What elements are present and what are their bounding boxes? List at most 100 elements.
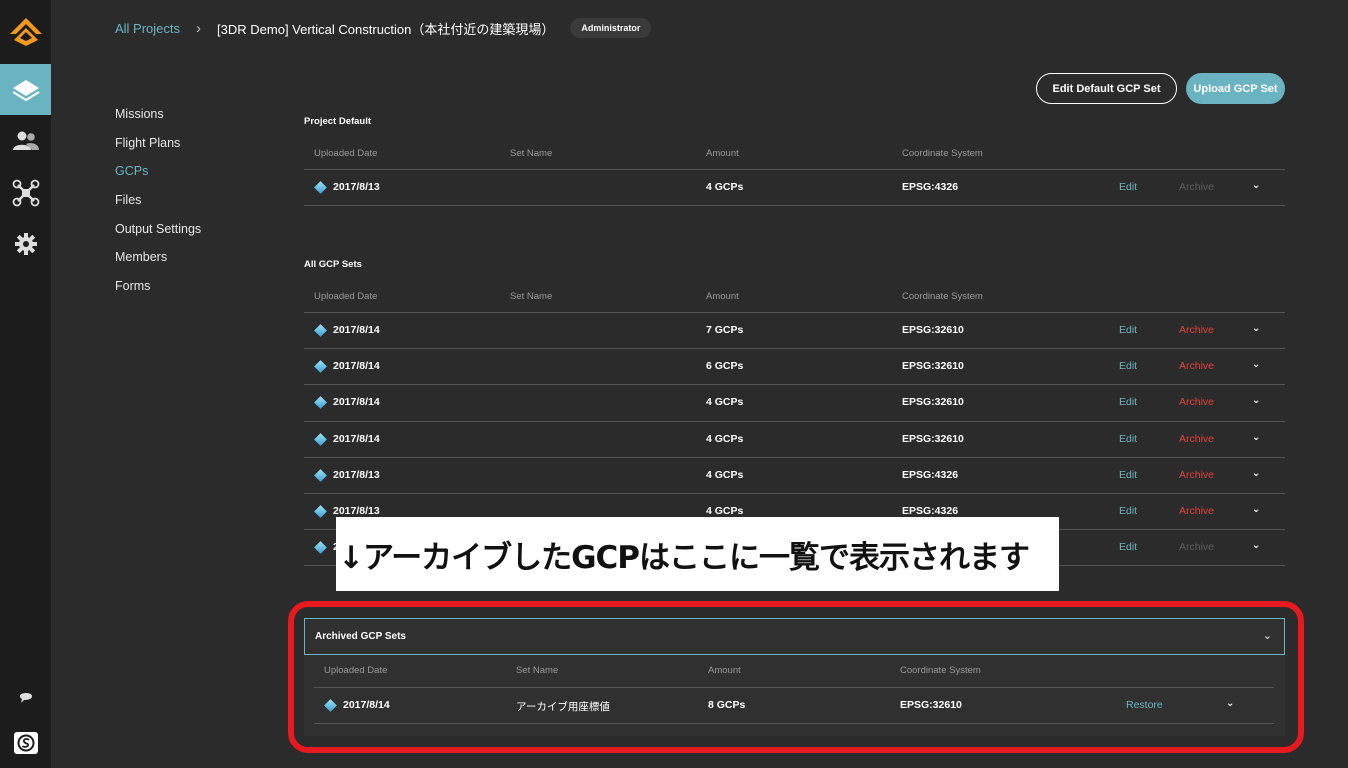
amount: 6 GCPs	[706, 360, 744, 373]
archived-gcp-sets-title: Archived GCP Sets	[315, 631, 406, 642]
edit-button[interactable]: Edit	[1119, 505, 1137, 517]
coordinate-system: EPSG:4326	[902, 504, 959, 517]
3dr-logo-icon[interactable]	[0, 0, 51, 62]
chat-icon[interactable]	[0, 690, 51, 704]
menu-item-flight-plans[interactable]: Flight Plans	[115, 135, 201, 164]
archive-button[interactable]: Archive	[1179, 396, 1214, 408]
uploaded-date: 2017/8/14	[333, 432, 380, 445]
gcp-diamond-icon	[314, 360, 327, 374]
uploaded-date: 2017/8/13	[333, 504, 380, 517]
amount: 8 GCPs	[708, 699, 746, 711]
project-default-table: Uploaded Date Set Name Amount Coordinate…	[304, 137, 1285, 207]
amount: 4 GCPs	[706, 432, 744, 445]
gear-icon[interactable]	[0, 218, 51, 269]
all-gcp-sets-title: All GCP Sets	[304, 259, 362, 270]
left-rail	[0, 0, 51, 768]
col-coordinate-system: Coordinate System	[900, 665, 981, 676]
breadcrumb-all-projects[interactable]: All Projects	[115, 21, 180, 36]
archive-button[interactable]: Archive	[1179, 324, 1214, 336]
menu-item-forms[interactable]: Forms	[115, 278, 201, 307]
annotation-callout: ↓アーカイブしたGCPはここに一覧で表示されます	[336, 517, 1059, 591]
col-amount: Amount	[706, 291, 739, 302]
chevron-down-icon: ⌄	[1262, 630, 1272, 642]
edit-default-gcp-set-button[interactable]: Edit Default GCP Set	[1036, 73, 1177, 104]
col-coordinate-system: Coordinate System	[902, 148, 983, 159]
table-row: 2017/8/14 4 GCPs EPSG:32610 Edit Archive ⌄	[304, 422, 1285, 458]
archive-button[interactable]: Archive	[1179, 360, 1214, 372]
archive-button[interactable]: Archive	[1179, 469, 1214, 481]
edit-button[interactable]: Edit	[1119, 181, 1137, 193]
project-default-rows: 2017/8/13 4 GCPs EPSG:4326 Edit Archive ⌄	[304, 170, 1285, 207]
archived-gcp-sets-table: Uploaded Date Set Name Amount Coordinate…	[314, 654, 1274, 725]
drone-icon[interactable]	[0, 167, 51, 218]
set-name: アーカイブ用座標値	[516, 701, 610, 713]
project-side-menu: Missions Flight Plans GCPs Files Output …	[115, 106, 201, 307]
col-uploaded-date: Uploaded Date	[324, 665, 388, 676]
menu-item-members[interactable]: Members	[115, 249, 201, 278]
chevron-down-icon[interactable]: ⌄	[1252, 504, 1260, 515]
role-badge: Administrator	[570, 18, 652, 38]
amount: 4 GCPs	[706, 504, 744, 517]
coordinate-system: EPSG:4326	[902, 181, 959, 193]
archived-gcp-sets-panel: Archived GCP Sets ⌄ Uploaded Date Set Na…	[304, 618, 1285, 736]
chevron-down-icon[interactable]: ⌄	[1252, 432, 1260, 443]
amount: 4 GCPs	[706, 468, 744, 481]
sitescan-logo-icon[interactable]	[0, 731, 51, 755]
menu-item-output-settings[interactable]: Output Settings	[115, 221, 201, 250]
chevron-down-icon[interactable]: ⌄	[1226, 698, 1234, 709]
coordinate-system: EPSG:4326	[902, 468, 959, 481]
archive-button: Archive	[1179, 541, 1215, 554]
edit-button[interactable]: Edit	[1119, 396, 1137, 408]
uploaded-date: 2017/8/14	[333, 360, 380, 373]
edit-button[interactable]: Edit	[1119, 360, 1137, 372]
col-set-name: Set Name	[510, 148, 553, 159]
coordinate-system: EPSG:32610	[902, 432, 964, 445]
archive-button[interactable]: Archive	[1179, 505, 1214, 517]
table-header: Uploaded Date Set Name Amount Coordinate…	[304, 280, 1285, 313]
uploaded-date: 2017/8/14	[333, 324, 380, 336]
table-row: 2017/8/14 アーカイブ用座標値 8 GCPs EPSG:32610 Restor…	[314, 688, 1274, 725]
archived-gcp-sets-toggle[interactable]: Archived GCP Sets ⌄	[304, 618, 1285, 655]
chevron-down-icon[interactable]: ⌄	[1252, 359, 1260, 370]
uploaded-date: 2017/8/14	[333, 396, 380, 409]
breadcrumb-project-name: [3DR Demo] Vertical Construction（本社付近の建築…	[217, 21, 555, 37]
upload-gcp-set-button[interactable]: Upload GCP Set	[1186, 73, 1285, 104]
chevron-down-icon[interactable]: ⌄	[1252, 180, 1260, 191]
coordinate-system: EPSG:32610	[902, 396, 964, 409]
archive-button[interactable]: Archive	[1179, 433, 1214, 445]
table-row: 2017/8/13 4 GCPs EPSG:4326 Edit Archive ⌄	[304, 170, 1285, 207]
chevron-down-icon[interactable]: ⌄	[1252, 395, 1260, 406]
amount: 4 GCPs	[706, 181, 744, 193]
gcp-diamond-icon	[314, 432, 327, 446]
menu-item-files[interactable]: Files	[115, 192, 201, 221]
col-uploaded-date: Uploaded Date	[314, 291, 378, 302]
gcp-diamond-icon	[314, 181, 327, 194]
chevron-down-icon[interactable]: ⌄	[1252, 468, 1260, 479]
edit-button[interactable]: Edit	[1119, 433, 1137, 445]
edit-button[interactable]: Edit	[1119, 324, 1137, 336]
chevron-right-icon: ›	[196, 19, 202, 37]
edit-button[interactable]: Edit	[1119, 469, 1137, 481]
gcp-diamond-icon	[324, 699, 337, 712]
restore-button[interactable]: Restore	[1126, 699, 1163, 711]
chevron-down-icon[interactable]: ⌄	[1252, 323, 1260, 334]
table-header: Uploaded Date Set Name Amount Coordinate…	[314, 654, 1274, 688]
chevron-down-icon[interactable]: ⌄	[1252, 540, 1260, 551]
amount: 7 GCPs	[706, 324, 744, 336]
layers-icon[interactable]	[0, 64, 51, 115]
table-row: 2017/8/14 4 GCPs EPSG:32610 Edit Archive ⌄	[304, 385, 1285, 422]
breadcrumb: All Projects › [3DR Demo] Vertical Const…	[115, 18, 652, 38]
edit-button[interactable]: Edit	[1119, 541, 1137, 553]
users-icon[interactable]	[0, 115, 51, 166]
col-set-name: Set Name	[516, 665, 559, 676]
project-default-title: Project Default	[304, 116, 372, 127]
menu-item-gcps[interactable]: GCPs	[115, 163, 201, 192]
uploaded-date: 2017/8/14	[343, 699, 390, 711]
table-row: 2017/8/14 6 GCPs EPSG:32610 Edit Archive ⌄	[304, 349, 1285, 386]
col-amount: Amount	[708, 665, 741, 676]
menu-item-missions[interactable]: Missions	[115, 106, 201, 135]
coordinate-system: EPSG:32610	[900, 699, 962, 711]
gcp-diamond-icon	[314, 324, 327, 337]
gcp-diamond-icon	[314, 396, 327, 410]
uploaded-date: 2017/8/13	[333, 181, 380, 193]
